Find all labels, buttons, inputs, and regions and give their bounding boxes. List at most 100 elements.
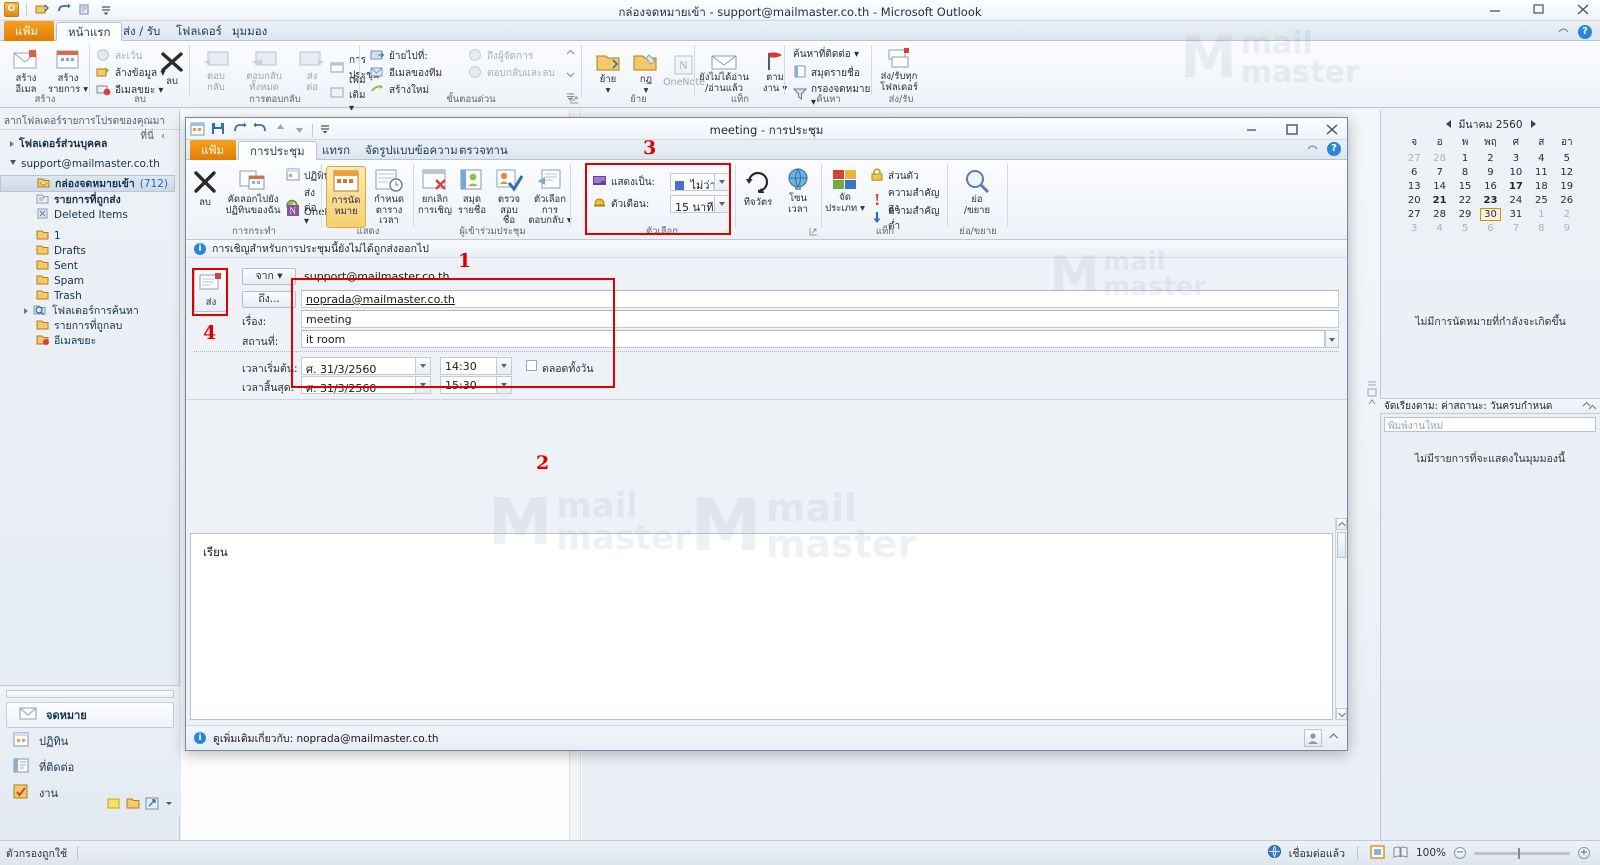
calendar-day-today[interactable]: 30	[1478, 207, 1503, 221]
sidebar-item-sent-items-th[interactable]: รายการที่ถูกส่ง	[0, 192, 179, 207]
sidebar-item-deleted-th[interactable]: รายการที่ถูกลบ	[0, 318, 179, 333]
calendar-day[interactable]: 15	[1452, 179, 1477, 193]
calendar-day[interactable]: 3	[1402, 221, 1427, 235]
calendar-day[interactable]: 8	[1529, 221, 1554, 235]
meeting-tab-review[interactable]: ตรวจทาน	[448, 141, 519, 160]
calendar-day[interactable]: 11	[1529, 165, 1554, 179]
collapse-ribbon-icon[interactable]	[1557, 24, 1570, 39]
sidebar-item-drafts[interactable]: Drafts	[0, 243, 179, 258]
scroll-up-arrow[interactable]	[1336, 518, 1347, 530]
calendar-day[interactable]: 28	[1427, 151, 1452, 165]
calendar-day[interactable]: 20	[1402, 193, 1427, 207]
calendar-day[interactable]: 17	[1503, 179, 1528, 193]
calendar-day[interactable]: 4	[1529, 151, 1554, 165]
calendar-day[interactable]: 6	[1402, 165, 1427, 179]
date-navigator[interactable]: จ อ พ พฤ ศ ส อา 27 28 1 2 3 4 5 6 7 8 9 …	[1402, 134, 1580, 235]
calendar-day[interactable]: 9	[1554, 221, 1579, 235]
start-date-combo[interactable]: ศ. 31/3/2560	[301, 357, 431, 376]
sidebar-item-spam[interactable]: Spam	[0, 273, 179, 288]
shortcuts-icon[interactable]	[145, 797, 160, 813]
recurrence-button[interactable]: ทีจวัตร	[738, 169, 778, 209]
address-book-button[interactable]: สมุดรายชื่อ	[454, 168, 490, 216]
tab-send-receive[interactable]: ส่ง / รับ	[112, 22, 171, 41]
tab-view[interactable]: มุมมอง	[221, 22, 278, 41]
todo-scroll-up-icon[interactable]	[1587, 402, 1598, 415]
reply-button[interactable]: ตอบ กลับ	[192, 47, 240, 93]
calendar-day[interactable]: 24	[1503, 193, 1528, 207]
zoom-button[interactable]: ย่อ/ขยาย	[954, 168, 1000, 216]
calendar-day[interactable]: 6	[1478, 221, 1503, 235]
calendar-day[interactable]: 10	[1503, 165, 1528, 179]
configure-buttons-icon[interactable]	[164, 797, 174, 813]
to-input[interactable]: noprada@mailmaster.co.th	[301, 290, 1339, 308]
send-receive-all-button[interactable]: ส่ง/รับทุก โฟลเดอร์	[875, 47, 923, 93]
collapse-arrow-icon[interactable]	[10, 159, 16, 168]
chevron-down-icon[interactable]	[415, 358, 430, 374]
calendar-day[interactable]: 19	[1554, 179, 1579, 193]
maximize-button[interactable]	[1530, 0, 1548, 18]
calendar-day[interactable]: 13	[1402, 179, 1427, 193]
prev-month-icon[interactable]	[1445, 120, 1451, 128]
meeting-window-controls[interactable]	[1243, 119, 1341, 137]
send-button[interactable]: ส่ง	[194, 268, 228, 312]
chevron-down-icon[interactable]	[714, 196, 729, 212]
meeting-delete-button[interactable]: ลบ	[188, 168, 222, 209]
find-contact-button[interactable]: ค้นหาที่ติดต่อ ▾	[793, 47, 859, 62]
show-as-combo[interactable]: ไม่ว่าง	[670, 173, 730, 192]
sidebar-item-deleted-items[interactable]: Deleted Items	[0, 207, 179, 222]
meeting-tab-meeting[interactable]: การประชุม	[238, 141, 317, 160]
meeting-maximize-button[interactable]	[1283, 119, 1301, 137]
expand-people-pane-icon[interactable]	[1328, 732, 1339, 744]
calendar-day[interactable]: 21	[1427, 193, 1452, 207]
calendar-day[interactable]: 1	[1452, 151, 1477, 165]
calendar-day[interactable]: 2	[1554, 207, 1579, 221]
check-names-button[interactable]: ตรวจสอบ ชื่อ	[490, 168, 528, 227]
response-options-button[interactable]: ตัวเลือกการ ตอบกลับ ▾	[528, 168, 572, 227]
sidebar-item-junk[interactable]: อีเมลขยะ	[0, 333, 179, 348]
scroll-up-icon[interactable]	[565, 47, 576, 60]
scroll-down-icon[interactable]	[565, 69, 576, 82]
meeting-close-button[interactable]	[1323, 119, 1341, 137]
chevron-down-icon[interactable]	[496, 377, 511, 393]
unread-read-button[interactable]: ยังไม่ได้อ่าน/อ่านแล้ว	[697, 50, 751, 94]
reading-view-icon[interactable]	[1393, 845, 1408, 862]
meeting-body[interactable]: เรียน	[190, 533, 1333, 720]
pane-splitter[interactable]	[1366, 380, 1378, 429]
calendar-day[interactable]: 27	[1402, 207, 1427, 221]
new-email-button[interactable]: สร้าง อีเมล	[2, 47, 50, 95]
main-ribbon-tabs[interactable]: แฟ้ม หน้าแรก ส่ง / รับ โฟลเดอร์ มุมมอง ?	[0, 21, 1600, 41]
module-compact-buttons[interactable]	[107, 797, 174, 813]
minimize-button[interactable]	[1486, 0, 1504, 18]
calendar-day[interactable]: 27	[1402, 151, 1427, 165]
chevron-down-icon[interactable]	[415, 377, 430, 393]
zoom-in-button[interactable]: +	[1578, 847, 1590, 859]
new-task-input[interactable]: พิมพ์งานใหม่	[1384, 417, 1596, 432]
help-icon[interactable]: ?	[1578, 24, 1592, 39]
close-button[interactable]	[1574, 0, 1592, 18]
task-sort-header[interactable]: จัดเรียงตาม: ค่าสถานะ: วันครบกำหนด	[1380, 398, 1600, 414]
calendar-day[interactable]: 14	[1427, 179, 1452, 193]
end-date-combo[interactable]: ศ. 31/3/2560	[301, 376, 431, 395]
meeting-ribbon-tabs[interactable]: แฟ้ม การประชุม แทรก จัดรูปแบบข้อความ ตรว…	[186, 140, 1347, 160]
start-time-combo[interactable]: 14:30	[440, 357, 512, 375]
module-mail[interactable]: จดหมาย	[6, 702, 174, 728]
calendar-day[interactable]: 9	[1478, 165, 1503, 179]
sidebar-item-sent[interactable]: Sent	[0, 258, 179, 273]
calendar-day[interactable]: 22	[1452, 193, 1477, 207]
calendar-day[interactable]: 3	[1503, 151, 1528, 165]
main-window-controls[interactable]	[1486, 0, 1592, 18]
zoom-slider-knob[interactable]	[1518, 847, 1520, 859]
forward-button[interactable]: ส่ง ต่อ	[288, 47, 336, 93]
reply-all-button[interactable]: ตอบกลับ ทั้งหมด	[240, 47, 288, 93]
collapse-ribbon-icon[interactable]	[1306, 141, 1319, 156]
calendar-day[interactable]: 5	[1554, 151, 1579, 165]
cancel-invitation-button[interactable]: ยกเลิก การเชิญ	[416, 168, 454, 216]
calendar-day[interactable]: 12	[1554, 165, 1579, 179]
calendar-day[interactable]: 31	[1503, 207, 1528, 221]
next-month-icon[interactable]	[1530, 120, 1536, 128]
calendar-day[interactable]: 29	[1452, 207, 1477, 221]
calendar-day[interactable]: 4	[1427, 221, 1452, 235]
from-button[interactable]: จาก ▾	[242, 268, 296, 285]
new-items-button[interactable]: สร้าง รายการ ▾	[44, 47, 92, 95]
all-day-checkbox[interactable]	[526, 360, 537, 371]
